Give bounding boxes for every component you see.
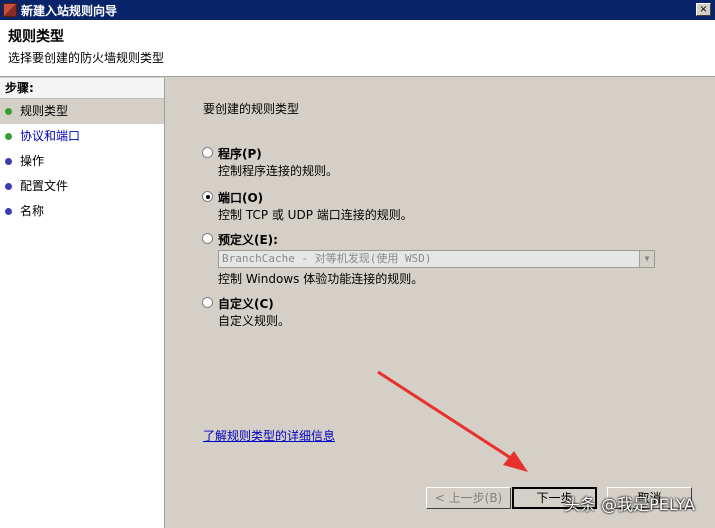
option-predefined-desc: 控制 Windows 体验功能连接的规则。 (218, 272, 424, 286)
step-done-icon (5, 133, 12, 140)
radio-predefined[interactable] (202, 233, 213, 244)
radio-port[interactable] (202, 191, 213, 202)
option-program-label[interactable]: 程序(P) (218, 145, 262, 162)
step-label: 名称 (20, 204, 45, 218)
radio-program[interactable] (202, 147, 213, 158)
watermark: 头条 @我是PELYA (564, 495, 696, 514)
step-label[interactable]: 协议和端口 (20, 129, 80, 143)
close-button[interactable]: × (696, 3, 711, 16)
title-bar: 新建入站规则向导 × (0, 0, 715, 20)
step-rule-type[interactable]: 规则类型 (0, 99, 164, 124)
step-protocol-port[interactable]: 协议和端口 (0, 124, 164, 149)
step-done-icon (5, 108, 12, 115)
step-pending-icon (5, 158, 12, 165)
option-predefined-label[interactable]: 预定义(E): (218, 231, 278, 248)
back-button[interactable]: < 上一步(B) (426, 487, 511, 509)
option-program-desc: 控制程序连接的规则。 (218, 164, 339, 178)
page-header: 规则类型 选择要创建的防火墙规则类型 (0, 20, 715, 77)
radio-custom[interactable] (202, 297, 213, 308)
step-action: 操作 (0, 149, 164, 174)
step-label: 配置文件 (20, 179, 69, 193)
option-custom-label[interactable]: 自定义(C) (218, 295, 274, 312)
firewall-app-icon (3, 3, 17, 17)
step-label: 规则类型 (20, 104, 69, 118)
option-port-label[interactable]: 端口(O) (218, 189, 263, 206)
step-name: 名称 (0, 199, 164, 224)
main-content: 要创建的规则类型 程序(P) 控制程序连接的规则。 端口(O) 控制 TCP 或… (166, 78, 715, 528)
radio-selected-dot (206, 195, 210, 199)
rule-type-help-link[interactable]: 了解规则类型的详细信息 (203, 427, 335, 444)
steps-panel: 步骤: 规则类型 协议和端口 操作 配置文件 名称 (0, 78, 165, 528)
step-pending-icon (5, 183, 12, 190)
page-title: 规则类型 (8, 29, 64, 45)
option-port-desc: 控制 TCP 或 UDP 端口连接的规则。 (218, 208, 413, 222)
step-profile: 配置文件 (0, 174, 164, 199)
chevron-down-icon[interactable]: ▼ (639, 251, 654, 267)
steps-heading: 步骤: (0, 78, 164, 99)
option-custom-desc: 自定义规则。 (218, 314, 291, 328)
step-pending-icon (5, 208, 12, 215)
predefined-rule-dropdown[interactable]: BranchCache - 对等机发现(使用 WSD) ▼ (218, 250, 655, 268)
predefined-rule-value: BranchCache - 对等机发现(使用 WSD) (222, 252, 432, 265)
step-label: 操作 (20, 154, 45, 168)
rule-type-prompt: 要创建的规则类型 (203, 102, 300, 116)
page-subtitle: 选择要创建的防火墙规则类型 (8, 51, 165, 65)
window-title: 新建入站规则向导 (21, 3, 118, 18)
